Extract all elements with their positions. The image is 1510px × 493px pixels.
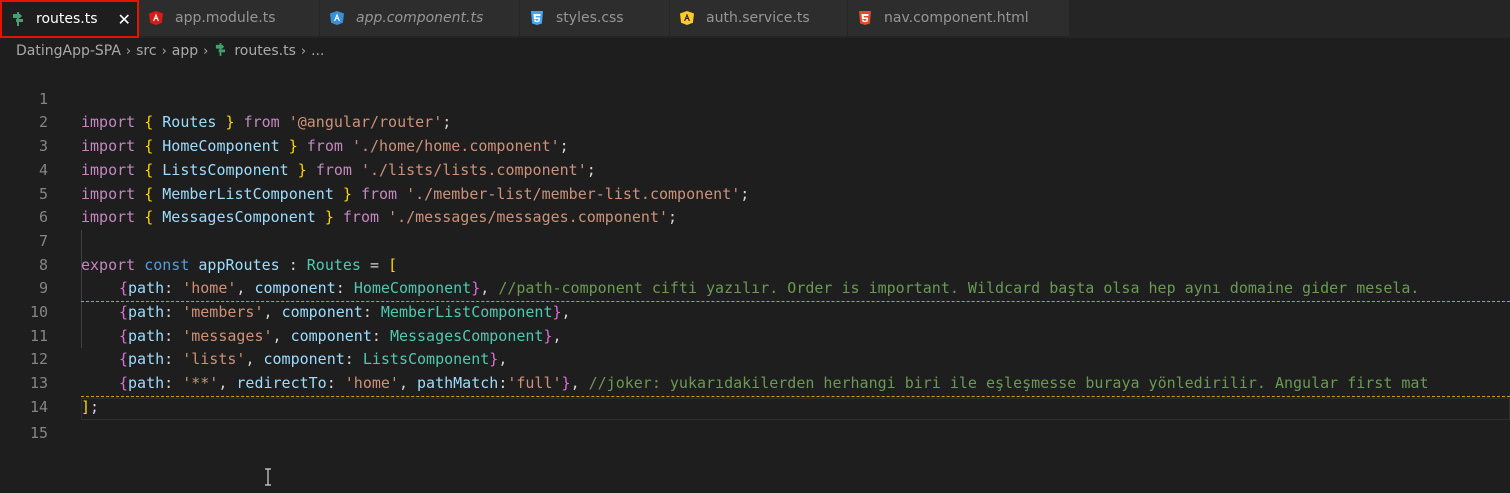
tab-bar: routes.ts ✕ app.module.ts app.component.…: [0, 0, 1510, 38]
code-line: 15: [0, 398, 1510, 442]
breadcrumb-item[interactable]: ...: [311, 43, 324, 59]
tab-label: nav.component.html: [884, 10, 1029, 26]
angular-blue-icon: [330, 11, 344, 25]
code-line: 3 import { ListsComponent } from './list…: [0, 111, 1510, 179]
close-icon[interactable]: ✕: [118, 10, 131, 29]
tab-label: styles.css: [556, 10, 624, 26]
code-line: 10 {path: 'messages', component: Message…: [0, 277, 1510, 345]
route-icon: [12, 12, 24, 26]
tab-label: app.component.ts: [356, 10, 484, 26]
angular-yellow-icon: [680, 11, 694, 25]
code-line: 4 import { MemberListComponent } from '.…: [0, 135, 1510, 203]
breadcrumb-item[interactable]: routes.ts: [234, 43, 296, 59]
tab-nav-component-html[interactable]: nav.component.html: [848, 0, 1070, 36]
tab-label: routes.ts: [36, 11, 98, 27]
breadcrumb: DatingApp-SPA › src › app › routes.ts › …: [0, 38, 1510, 64]
breadcrumb-item[interactable]: app: [172, 43, 198, 59]
chevron-right-icon: ›: [300, 43, 307, 59]
breadcrumb-item[interactable]: DatingApp-SPA: [16, 43, 121, 59]
tab-styles-css[interactable]: styles.css: [520, 0, 670, 36]
code-line: 9 {path: 'members', component: MemberLis…: [0, 254, 1510, 321]
chevron-right-icon: ›: [125, 43, 132, 59]
code-line: 7 export const appRoutes : Routes = [: [0, 206, 1510, 274]
chevron-right-icon: ›: [203, 43, 209, 59]
chevron-right-icon: ›: [161, 43, 167, 59]
code-line: 2 import { HomeComponent } from './home/…: [0, 88, 1510, 155]
angular-red-icon: [149, 11, 163, 25]
code-line: 11 {path: 'lists', component: ListsCompo…: [0, 301, 1510, 369]
tab-auth-service-ts[interactable]: auth.service.ts: [670, 0, 848, 36]
code-line: 5 import { MessagesComponent } from './m…: [0, 159, 1510, 227]
code-line: 1 import { Routes } from '@angular/route…: [0, 64, 1510, 132]
breadcrumb-item[interactable]: src: [136, 43, 156, 59]
code-editor[interactable]: 1 import { Routes } from '@angular/route…: [0, 64, 1510, 493]
css-icon: [530, 11, 544, 25]
tab-label: app.module.ts: [175, 10, 276, 26]
code-line: 12 {path: '**', redirectTo: 'home', path…: [0, 325, 1510, 397]
html5-icon: [858, 11, 872, 25]
code-line: 14: [0, 372, 1510, 416]
code-line: 6: [0, 183, 1510, 226]
code-line: 13 ];: [0, 348, 1510, 416]
route-icon: [215, 42, 226, 60]
code-line: 8 {path: 'home', component: HomeComponen…: [0, 230, 1510, 302]
tab-label: auth.service.ts: [706, 10, 810, 26]
tab-app-component-ts[interactable]: app.component.ts: [320, 0, 520, 36]
text-cursor-icon: [264, 468, 272, 486]
tab-app-module-ts[interactable]: app.module.ts: [139, 0, 320, 36]
line-number: 15: [29, 423, 48, 442]
tab-routes-ts[interactable]: routes.ts ✕: [0, 0, 139, 38]
